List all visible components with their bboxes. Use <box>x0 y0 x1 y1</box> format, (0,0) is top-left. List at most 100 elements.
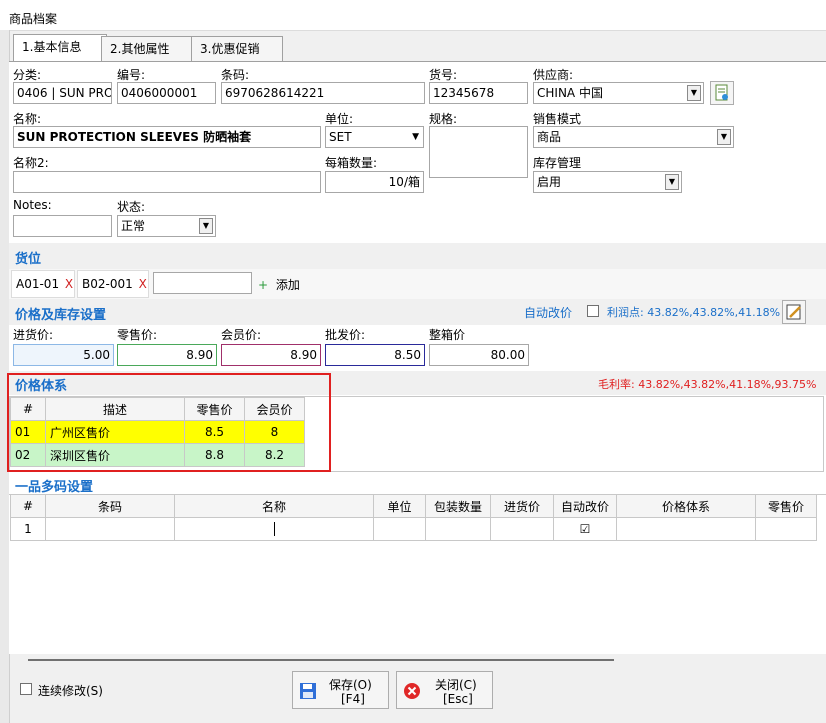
location-tag-label: B02-001 <box>82 277 133 291</box>
box-price-field[interactable]: 80.00 <box>429 344 529 366</box>
barcode-field[interactable]: 6970628614221 <box>221 82 425 104</box>
code-label: 编号: <box>117 68 146 82</box>
remove-tag-icon[interactable]: X <box>65 277 73 291</box>
tab-basic-info[interactable]: 1.基本信息 <box>13 34 107 62</box>
column-header[interactable]: 自动改价 <box>553 494 617 518</box>
column-header[interactable]: 条码 <box>45 494 175 518</box>
status-select[interactable]: 正常 ▼ <box>117 215 216 237</box>
text-cursor <box>273 522 275 537</box>
box-qty-label: 每箱数量: <box>325 156 378 170</box>
column-header[interactable]: 包装数量 <box>425 494 491 518</box>
barcode-label: 条码: <box>221 68 250 82</box>
row-number: 1 <box>10 517 46 541</box>
cost-price-label: 进货价: <box>13 328 54 342</box>
price-stock-title: 价格及库存设置 <box>15 308 107 323</box>
highlight-box <box>7 373 331 472</box>
tab-other-attributes[interactable]: 2.其他属性 <box>101 36 197 62</box>
column-header[interactable]: 单位 <box>373 494 426 518</box>
tab-label: 2.其他属性 <box>110 42 170 56</box>
sales-mode-label: 销售模式 <box>533 112 582 126</box>
spec-label: 规格: <box>429 112 458 126</box>
box-qty-field[interactable]: 10/箱 <box>325 171 424 193</box>
edit-icon <box>786 304 801 320</box>
close-icon <box>404 683 420 699</box>
save-button-shortcut: [F4] <box>341 692 365 706</box>
remove-tag-icon[interactable]: X <box>139 277 147 291</box>
add-location-button[interactable]: + 添加 <box>258 276 300 293</box>
name2-field[interactable] <box>13 171 321 193</box>
chevron-down-icon[interactable]: ▼ <box>717 129 731 145</box>
unit-select[interactable]: SET ▼ <box>325 126 424 148</box>
chevron-down-icon[interactable]: ▼ <box>412 127 419 147</box>
member-price-field[interactable]: 8.90 <box>221 344 321 366</box>
supplier-select[interactable]: CHINA 中国 ▼ <box>533 82 704 104</box>
close-button[interactable]: 关闭(C) [Esc] <box>396 671 493 709</box>
supplier-lookup-button[interactable] <box>710 81 734 105</box>
multicode-table: # 条码 名称 单位 包装数量 进货价 自动改价 价格体系 零售价 1 ☑ <box>10 494 817 541</box>
chevron-down-icon[interactable]: ▼ <box>665 174 679 190</box>
code-field[interactable]: 0406000001 <box>117 82 216 104</box>
save-icon <box>300 683 316 699</box>
status-value: 正常 <box>121 219 146 233</box>
chevron-down-icon[interactable]: ▼ <box>199 218 213 234</box>
column-header[interactable]: 进货价 <box>490 494 554 518</box>
auto-price-label: 自动改价 <box>524 306 573 320</box>
chevron-down-icon[interactable]: ▼ <box>687 85 701 101</box>
name-field[interactable]: SUN PROTECTION SLEEVES 防晒袖套 <box>13 126 321 148</box>
location-title: 货位 <box>15 252 42 267</box>
edit-profit-button[interactable] <box>782 300 806 324</box>
sales-mode-value: 商品 <box>537 130 562 144</box>
box-price-label: 整箱价 <box>429 328 466 342</box>
column-header[interactable]: 名称 <box>174 494 374 518</box>
notes-label: Notes: <box>13 198 52 212</box>
location-input[interactable] <box>153 272 252 294</box>
wholesale-price-field[interactable]: 8.50 <box>325 344 425 366</box>
cell-cost-price[interactable] <box>490 517 554 541</box>
wholesale-price-label: 批发价: <box>325 328 366 342</box>
sales-mode-select[interactable]: 商品 ▼ <box>533 126 734 148</box>
cell-retail-price[interactable] <box>755 517 817 541</box>
notes-field[interactable] <box>13 215 112 237</box>
window-titlebar: 商品档案 <box>0 0 826 31</box>
tab-promotions[interactable]: 3.优惠促销 <box>191 36 283 62</box>
auto-price-checkbox[interactable] <box>587 305 599 317</box>
cell-name[interactable] <box>174 517 374 541</box>
cell-pack-qty[interactable] <box>425 517 491 541</box>
item-no-field[interactable]: 12345678 <box>429 82 528 104</box>
retail-price-field[interactable]: 8.90 <box>117 344 217 366</box>
tab-label: 1.基本信息 <box>22 40 82 54</box>
plus-icon: + <box>258 278 269 292</box>
cell-barcode[interactable] <box>45 517 175 541</box>
horizontal-scrollbar[interactable] <box>28 659 614 661</box>
table-header-row: # 条码 名称 单位 包装数量 进货价 自动改价 价格体系 零售价 <box>10 494 817 518</box>
retail-price-label: 零售价: <box>117 328 158 342</box>
continuous-edit-checkbox[interactable] <box>20 683 32 695</box>
item-no-label: 货号: <box>429 68 458 82</box>
profit-points-label: 利润点: 43.82%,43.82%,41.18% <box>607 306 781 319</box>
status-label: 状态: <box>117 200 146 214</box>
tab-label: 3.优惠促销 <box>200 42 260 56</box>
save-button[interactable]: 保存(O) [F4] <box>292 671 389 709</box>
supplier-value: CHINA 中国 <box>537 86 603 100</box>
column-header[interactable]: 价格体系 <box>616 494 756 518</box>
location-tag[interactable]: A01-01 X <box>11 270 75 298</box>
name-label: 名称: <box>13 112 42 126</box>
cell-auto-price-checkbox[interactable]: ☑ <box>553 517 617 541</box>
table-row[interactable]: 1 ☑ <box>10 517 817 541</box>
cost-price-field[interactable]: 5.00 <box>13 344 114 366</box>
name2-label: 名称2: <box>13 156 49 170</box>
member-price-label: 会员价: <box>221 328 262 342</box>
stock-mgmt-value: 启用 <box>537 175 562 189</box>
window-title: 商品档案 <box>9 12 58 26</box>
location-section-header: 货位 <box>9 243 826 269</box>
cell-price-system[interactable] <box>616 517 756 541</box>
column-header[interactable]: 零售价 <box>755 494 817 518</box>
stock-mgmt-select[interactable]: 启用 ▼ <box>533 171 682 193</box>
spec-textarea[interactable] <box>429 126 528 178</box>
category-field[interactable]: 0406 | SUN PROTE <box>13 82 112 104</box>
column-header[interactable]: # <box>10 494 46 518</box>
location-tag[interactable]: B02-001 X <box>77 270 149 298</box>
close-button-label: 关闭(C) <box>435 678 477 692</box>
unit-value: SET <box>329 130 352 144</box>
cell-unit[interactable] <box>373 517 426 541</box>
